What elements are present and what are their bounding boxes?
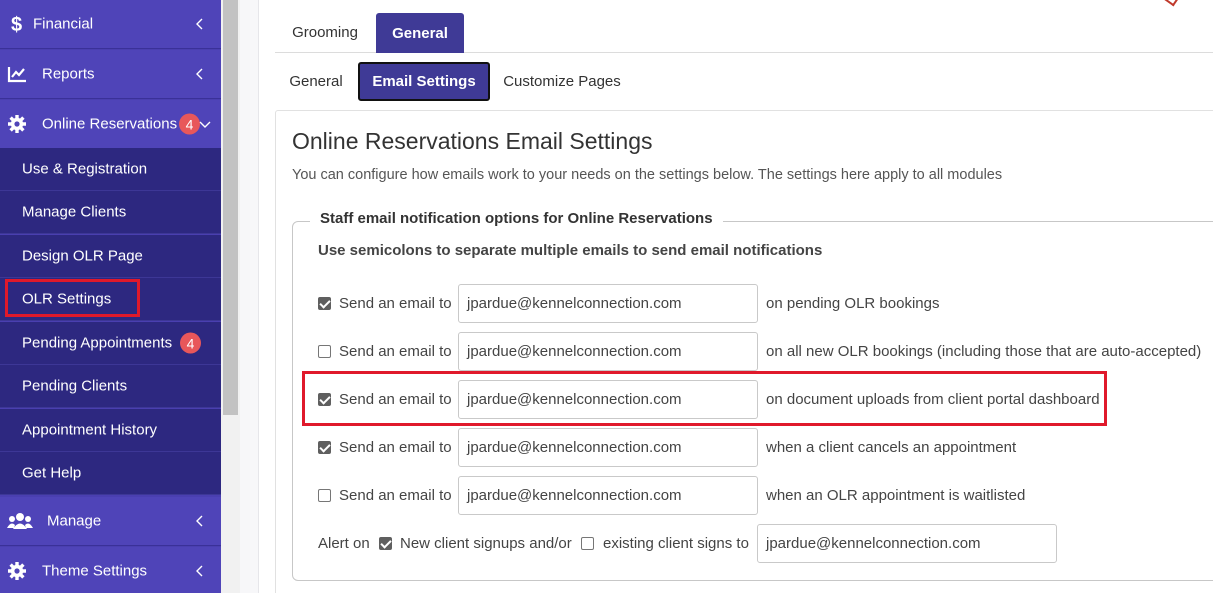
chevron-left-icon	[196, 68, 203, 80]
sidebar-item-reports[interactable]: Reports	[0, 50, 221, 99]
subtab-general[interactable]: General	[280, 62, 352, 100]
sidebar-item-manage[interactable]: Manage	[0, 497, 221, 546]
row-label: Send an email to	[339, 343, 452, 360]
alert-prefix: Alert on	[318, 535, 370, 552]
notification-badge: 4	[179, 113, 200, 135]
sidebar-item-label: Theme Settings	[42, 562, 148, 580]
existing-client-label: existing client signs to	[603, 535, 749, 552]
sidebar-item-label: Design OLR Page	[22, 247, 143, 265]
notification-badge: 4	[180, 332, 201, 354]
corner-mark	[1163, 0, 1181, 7]
subtab-customize-pages[interactable]: Customize Pages	[496, 62, 628, 100]
users-icon	[6, 510, 34, 532]
instruction-text: Use semicolons to separate multiple emai…	[318, 242, 823, 259]
scrollbar-thumb[interactable]	[223, 0, 238, 415]
svg-text:$: $	[11, 14, 22, 34]
sidebar-subitem-design-olr-page[interactable]: Design OLR Page	[0, 235, 221, 278]
row-suffix: on pending OLR bookings	[766, 295, 940, 312]
dollar-icon: $	[6, 13, 28, 35]
tab-grooming[interactable]: Grooming	[276, 13, 374, 52]
chevron-left-icon	[196, 565, 203, 577]
sidebar-item-financial[interactable]: $ Financial	[0, 0, 221, 49]
row-suffix: when an OLR appointment is waitlisted	[766, 487, 1026, 504]
sidebar-scrollbar[interactable]	[221, 0, 240, 593]
notify-new-bookings-checkbox[interactable]	[318, 345, 331, 358]
alert-email-field[interactable]: jpardue@kennelconnection.com	[757, 524, 1057, 563]
content-gutter	[240, 0, 259, 593]
new-client-signups-checkbox[interactable]	[379, 537, 392, 550]
tab-general[interactable]: General	[376, 13, 464, 53]
sidebar-item-label: Financial	[33, 15, 94, 33]
fieldset-legend: Staff email notification options for Onl…	[310, 210, 723, 227]
new-client-label: New client signups and/or	[400, 535, 572, 552]
sidebar-item-label: Pending Appointments	[22, 334, 173, 352]
email-field[interactable]: jpardue@kennelconnection.com	[458, 476, 758, 515]
sidebar-subitem-pending-appointments[interactable]: Pending Appointments 4	[0, 322, 221, 365]
row-label: Send an email to	[339, 487, 452, 504]
chart-line-icon	[6, 63, 28, 85]
chevron-down-icon	[199, 121, 211, 128]
gear-icon	[6, 560, 28, 582]
page-title: Online Reservations Email Settings	[292, 128, 653, 154]
sidebar-subitem-manage-clients[interactable]: Manage Clients	[0, 191, 221, 234]
email-field[interactable]: jpardue@kennelconnection.com	[458, 428, 758, 467]
row-suffix: on all new OLR bookings (including those…	[766, 343, 1202, 360]
sidebar-subitem-use-registration[interactable]: Use & Registration	[0, 148, 221, 191]
row-label: Send an email to	[339, 439, 452, 456]
sidebar-item-label: Manage Clients	[22, 203, 127, 221]
sidebar-item-theme-settings[interactable]: Theme Settings	[0, 547, 221, 593]
sidebar-item-label: Use & Registration	[22, 160, 148, 178]
sidebar-item-label: Reports	[42, 65, 95, 83]
sidebar-item-label: Appointment History	[22, 421, 158, 439]
chevron-left-icon	[196, 515, 203, 527]
row-suffix: when a client cancels an appointment	[766, 439, 1017, 456]
chevron-left-icon	[196, 18, 203, 30]
sidebar-item-label: Online Reservations	[42, 115, 178, 133]
highlight-box	[302, 371, 1107, 426]
notify-waitlisted-checkbox[interactable]	[318, 489, 331, 502]
row-label: Send an email to	[339, 295, 452, 312]
existing-client-checkbox[interactable]	[581, 537, 594, 550]
sidebar-item-online-reservations[interactable]: Online Reservations 4	[0, 100, 221, 149]
highlight-box	[5, 279, 140, 317]
page-description: You can configure how emails work to you…	[292, 167, 1003, 183]
sidebar-subitem-appointment-history[interactable]: Appointment History	[0, 409, 221, 452]
notify-pending-checkbox[interactable]	[318, 297, 331, 310]
sidebar-subitem-pending-clients[interactable]: Pending Clients	[0, 365, 221, 408]
sidebar-subitem-get-help[interactable]: Get Help	[0, 452, 221, 495]
sidebar-item-label: Manage	[47, 512, 102, 530]
sidebar-item-label: Get Help	[22, 464, 82, 482]
notify-cancellation-checkbox[interactable]	[318, 441, 331, 454]
email-field[interactable]: jpardue@kennelconnection.com	[458, 284, 758, 323]
email-field[interactable]: jpardue@kennelconnection.com	[458, 332, 758, 371]
subtab-email-settings[interactable]: Email Settings	[358, 62, 490, 101]
gear-icon	[6, 113, 28, 135]
sidebar-item-label: Pending Clients	[22, 377, 128, 395]
